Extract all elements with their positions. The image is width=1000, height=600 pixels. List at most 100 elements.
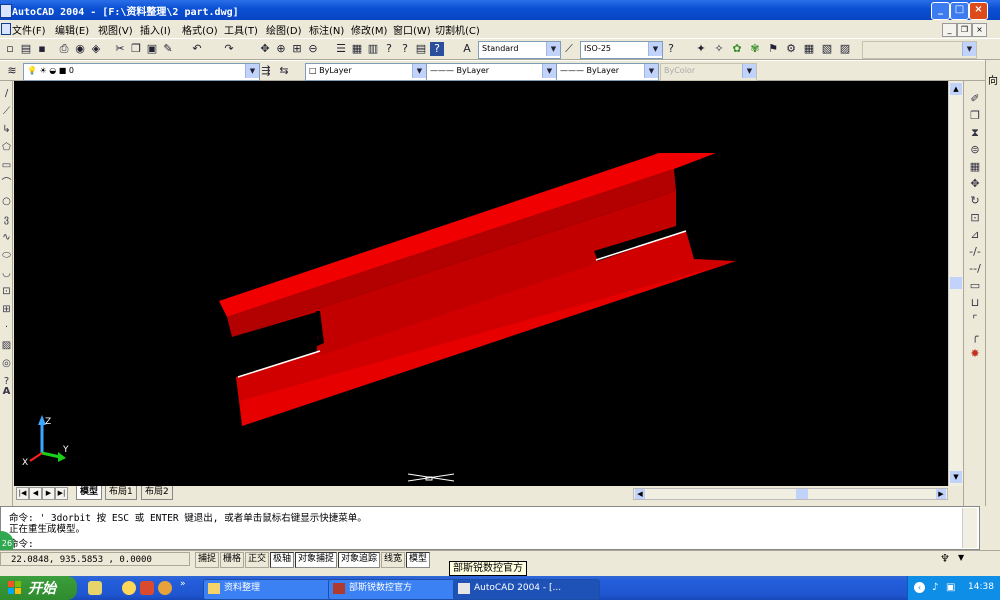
viewport-horizontal-scrollbar[interactable]: ◀ ▶ bbox=[633, 488, 948, 500]
text-style-select[interactable]: Standard ▼ bbox=[478, 41, 561, 59]
region-icon[interactable]: ◎ bbox=[0, 357, 13, 371]
task-folder[interactable]: 资料整理 bbox=[203, 579, 345, 600]
zoom-realtime-icon[interactable]: ⊕ bbox=[274, 42, 288, 56]
revcloud-icon[interactable]: ვ bbox=[0, 213, 13, 227]
osnap-toggle[interactable]: 对象捕捉 bbox=[295, 552, 338, 568]
maximize-button[interactable]: □ bbox=[950, 2, 969, 20]
polyline-icon[interactable]: ↳ bbox=[0, 123, 13, 137]
quicklaunch-app-icon[interactable] bbox=[158, 581, 172, 595]
dim-help-icon[interactable]: ? bbox=[664, 42, 678, 56]
command-window[interactable]: 命令: '_3dorbit 按 ESC 或 ENTER 键退出, 或者单击鼠标右… bbox=[0, 506, 980, 550]
copy-icon[interactable]: ❐ bbox=[129, 42, 143, 56]
cutter-tool-4-icon[interactable]: ✾ bbox=[748, 42, 762, 56]
menu-window[interactable]: 窗口(W) bbox=[393, 22, 431, 37]
break-icon[interactable]: ▭ bbox=[967, 278, 983, 293]
polar-toggle[interactable]: 极轴 bbox=[270, 552, 295, 568]
tool-palettes-icon[interactable]: ▥ bbox=[366, 42, 380, 56]
menu-cutter[interactable]: 切割机(C) bbox=[435, 22, 480, 37]
new-icon[interactable]: ▫ bbox=[3, 42, 17, 56]
cutter-tool-2-icon[interactable]: ✧ bbox=[712, 42, 726, 56]
make-block-icon[interactable]: ⊞ bbox=[0, 303, 13, 317]
copy-object-icon[interactable]: ❐ bbox=[967, 108, 983, 123]
cutter-tool-8-icon[interactable]: ▧ bbox=[820, 42, 834, 56]
publish-icon[interactable]: ◈ bbox=[89, 42, 103, 56]
layer-manager-icon[interactable]: ≋ bbox=[5, 64, 19, 78]
grid-toggle[interactable]: 栅格 bbox=[220, 552, 245, 568]
rectangle-icon[interactable]: ▭ bbox=[0, 159, 13, 173]
scroll-down-icon[interactable]: ▼ bbox=[950, 471, 962, 483]
erase-icon[interactable]: ✐ bbox=[967, 91, 983, 106]
menu-edit[interactable]: 编辑(E) bbox=[55, 22, 89, 37]
linetype-select[interactable]: ——— ByLayer ▼ bbox=[426, 63, 557, 81]
save-icon[interactable]: ▪ bbox=[35, 42, 49, 56]
cutter-tool-6-icon[interactable]: ⚙ bbox=[784, 42, 798, 56]
zoom-previous-icon[interactable]: ⊖ bbox=[306, 42, 320, 56]
make-current-icon[interactable]: ⇶ bbox=[259, 64, 273, 78]
close-button[interactable]: × bbox=[969, 2, 988, 20]
status-menu-icon[interactable]: ▼ bbox=[958, 553, 964, 562]
cutter-tool-3-icon[interactable]: ✿ bbox=[730, 42, 744, 56]
cutter-tool-9-icon[interactable]: ▨ bbox=[838, 42, 852, 56]
mtext-icon[interactable]: A bbox=[0, 385, 13, 399]
tab-next-icon[interactable]: ▶ bbox=[42, 487, 55, 500]
open-icon[interactable]: ▤ bbox=[19, 42, 33, 56]
layer-previous-icon[interactable]: ⇆ bbox=[277, 64, 291, 78]
doc-minimize-button[interactable]: _ bbox=[942, 23, 957, 37]
tab-prev-icon[interactable]: ◀ bbox=[29, 487, 42, 500]
menu-tools[interactable]: 工具(T) bbox=[224, 22, 258, 37]
scroll-up-icon[interactable]: ▲ bbox=[950, 83, 962, 95]
hatch-icon[interactable]: ▨ bbox=[0, 339, 13, 353]
spline-icon[interactable]: ∿ bbox=[0, 231, 13, 245]
calc-icon[interactable]: ? bbox=[398, 42, 412, 56]
autocad-app-icon[interactable] bbox=[0, 4, 12, 18]
hscroll-thumb[interactable] bbox=[796, 489, 808, 499]
quicklaunch-desktop-icon[interactable] bbox=[88, 581, 102, 595]
match-properties-icon[interactable]: ✎ bbox=[161, 42, 175, 56]
text-style-icon[interactable]: A bbox=[460, 42, 474, 56]
dim-style-select[interactable]: ISO-25 ▼ bbox=[580, 41, 663, 59]
clock[interactable]: 14:38 bbox=[968, 582, 994, 592]
ortho-toggle[interactable]: 正交 bbox=[245, 552, 270, 568]
sheet-icon[interactable]: ▤ bbox=[414, 42, 428, 56]
lineweight-select[interactable]: ——— ByLayer ▼ bbox=[556, 63, 659, 81]
tab-model[interactable]: 模型 bbox=[76, 486, 103, 500]
snap-toggle[interactable]: 捕捉 bbox=[195, 552, 220, 568]
lineweight-toggle[interactable]: 线宽 bbox=[381, 552, 406, 568]
construction-line-icon[interactable]: ⟋ bbox=[0, 105, 13, 119]
scroll-right-icon[interactable]: ▶ bbox=[936, 489, 946, 499]
insert-block-icon[interactable]: ⊡ bbox=[0, 285, 13, 299]
menu-modify[interactable]: 修改(M) bbox=[351, 22, 387, 37]
volume-icon[interactable]: ♪ bbox=[932, 582, 938, 593]
preview-icon[interactable]: ◉ bbox=[73, 42, 87, 56]
ellipse-icon[interactable]: ⬭ bbox=[0, 249, 13, 263]
menu-view[interactable]: 视图(V) bbox=[98, 22, 133, 37]
rotate-icon[interactable]: ↻ bbox=[967, 193, 983, 208]
cutter-tool-7-icon[interactable]: ▦ bbox=[802, 42, 816, 56]
minimize-button[interactable]: _ bbox=[931, 2, 950, 20]
scroll-thumb[interactable] bbox=[950, 277, 962, 289]
join-icon[interactable]: ⊔ bbox=[967, 295, 983, 310]
cut-icon[interactable]: ✂ bbox=[113, 42, 127, 56]
tab-last-icon[interactable]: ▶| bbox=[55, 487, 68, 500]
arc-icon[interactable]: ⌒ bbox=[0, 177, 13, 191]
menu-draw[interactable]: 绘图(D) bbox=[266, 22, 302, 37]
cutter-tool-1-icon[interactable]: ✦ bbox=[694, 42, 708, 56]
ellipse-arc-icon[interactable]: ◡ bbox=[0, 267, 13, 281]
fillet-icon[interactable]: ╭ bbox=[967, 329, 983, 344]
document-icon[interactable] bbox=[1, 23, 11, 35]
scale-icon[interactable]: ⊡ bbox=[967, 210, 983, 225]
network-icon[interactable]: ▣ bbox=[946, 582, 955, 593]
quicklaunch-more-icon[interactable]: » bbox=[180, 579, 186, 589]
otrack-toggle[interactable]: 对象追踪 bbox=[338, 552, 381, 568]
task-autocad[interactable]: AutoCAD 2004 - [... bbox=[453, 579, 600, 600]
quicklaunch-browser-icon[interactable] bbox=[122, 581, 136, 595]
menu-insert[interactable]: 插入(I) bbox=[140, 22, 171, 37]
mirror-icon[interactable]: ⧗ bbox=[967, 125, 983, 140]
dim-style-icon[interactable]: ⟋ bbox=[562, 42, 576, 56]
extend-icon[interactable]: --/ bbox=[967, 261, 983, 276]
pan-icon[interactable]: ✥ bbox=[258, 42, 272, 56]
polygon-icon[interactable]: ⬠ bbox=[0, 141, 13, 155]
doc-restore-button[interactable]: ❐ bbox=[957, 23, 972, 37]
tab-layout1[interactable]: 布局1 bbox=[105, 486, 137, 500]
color-select[interactable]: □ ByLayer ▼ bbox=[305, 63, 427, 81]
